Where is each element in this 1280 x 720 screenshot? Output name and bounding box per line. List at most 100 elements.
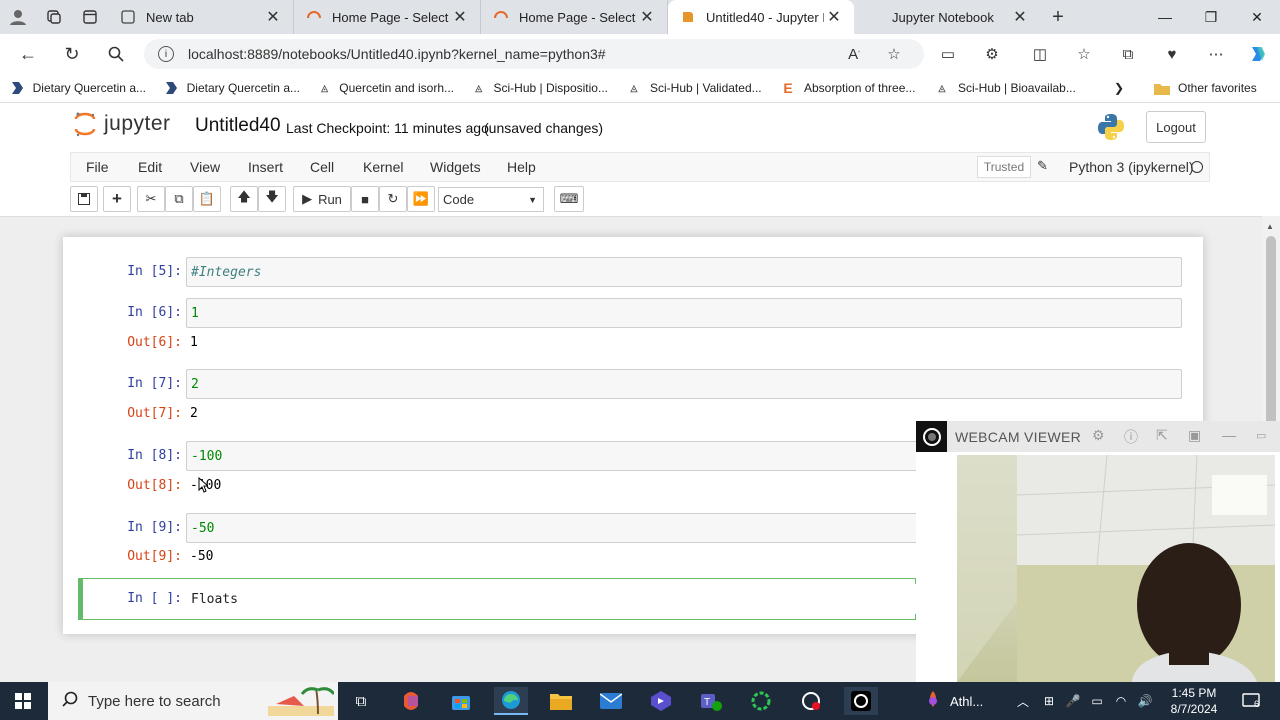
search-icon[interactable] <box>96 34 136 74</box>
move-up-button[interactable]: 🡅 <box>230 186 258 212</box>
workspaces-icon[interactable] <box>36 0 72 34</box>
volume-icon[interactable]: 🔊 <box>1134 687 1156 715</box>
code-input[interactable]: #Integers <box>186 257 1182 287</box>
popout-icon[interactable]: ⇱ <box>1156 427 1168 444</box>
minimize-icon[interactable]: — <box>1142 0 1188 34</box>
favorites-icon[interactable]: ☆ <box>1070 40 1098 68</box>
split-screen-icon[interactable]: ◫ <box>1026 40 1054 68</box>
info-icon[interactable]: i <box>158 46 174 62</box>
close-tab-icon[interactable]: ✕ <box>637 7 657 27</box>
menu-edit[interactable]: Edit <box>138 159 162 175</box>
close-tab-icon[interactable]: ✕ <box>263 7 283 27</box>
pencil-icon[interactable]: ✎ <box>1037 158 1048 174</box>
menu-file[interactable]: File <box>86 159 109 175</box>
minimize-icon[interactable]: — <box>1222 427 1236 443</box>
bookmark-item[interactable]: Dietary Quercetin a... <box>0 81 154 95</box>
menu-insert[interactable]: Insert <box>248 159 283 175</box>
menu-cell[interactable]: Cell <box>310 159 334 175</box>
wifi-icon[interactable]: ◠ <box>1110 687 1132 715</box>
bookmark-item[interactable]: ◬ Sci-Hub | Bioavailab... <box>924 81 1104 95</box>
info-icon[interactable]: ⓘ <box>1124 427 1138 447</box>
save-button[interactable] <box>70 186 98 212</box>
cut-button[interactable]: ✂ <box>137 186 165 212</box>
refresh-icon[interactable]: ↻ <box>52 34 92 74</box>
battery-icon[interactable]: ▭ <box>1086 687 1108 715</box>
taskbar-search-box[interactable]: Type here to search <box>48 682 338 720</box>
code-input[interactable]: 2 <box>186 369 1182 399</box>
bookmark-item[interactable]: ◬ Quercetin and isorh... <box>308 81 462 95</box>
file-explorer-icon[interactable] <box>544 687 578 715</box>
close-tab-icon[interactable]: ✕ <box>824 7 844 27</box>
bookmark-item[interactable]: Dietary Quercetin a... <box>154 81 308 95</box>
webcam-app-icon[interactable] <box>844 687 878 715</box>
run-all-button[interactable]: ⏩ <box>407 186 435 212</box>
other-favorites[interactable]: Other favorites <box>1144 81 1265 95</box>
cell-type-select[interactable]: Code ▼ <box>438 187 544 212</box>
recorder-icon[interactable] <box>794 687 828 715</box>
windows-start-icon[interactable] <box>6 687 40 715</box>
restore-icon[interactable]: ❐ <box>1188 0 1234 34</box>
read-aloud-icon[interactable]: Aʼ <box>840 40 868 68</box>
tab-untitled40[interactable]: Untitled40 - Jupyter N ✕ <box>668 0 854 34</box>
office-icon[interactable] <box>394 687 428 715</box>
restart-button[interactable]: ↻ <box>379 186 407 212</box>
chevron-right-icon[interactable]: ❯ <box>1104 81 1144 95</box>
mail-icon[interactable] <box>594 687 628 715</box>
snapshot-icon[interactable]: ▣ <box>1188 427 1201 444</box>
tab-new-tab[interactable]: New tab ✕ <box>108 0 294 34</box>
bookmark-item[interactable]: ◬ Sci-Hub | Dispositio... <box>462 81 616 95</box>
insert-cell-button[interactable]: + <box>103 186 131 212</box>
store-icon[interactable] <box>444 687 478 715</box>
settings-gear-icon[interactable]: ⚙ <box>1092 427 1105 444</box>
microphone-icon[interactable]: 🎤 <box>1062 687 1084 715</box>
taskbar-clock[interactable]: 1:45 PM 8/7/2024 <box>1166 685 1222 717</box>
collections-icon[interactable]: ⧉ <box>1114 40 1142 68</box>
bookmark-item[interactable]: ◬ Sci-Hub | Validated... <box>616 81 770 95</box>
maximize-icon[interactable]: ▭ <box>1256 429 1266 442</box>
extensions-icon[interactable]: ⚙ <box>978 40 1006 68</box>
close-window-icon[interactable]: ✕ <box>1234 0 1280 34</box>
command-palette-button[interactable]: ⌨ <box>554 186 584 212</box>
copilot-icon[interactable] <box>1244 40 1272 68</box>
favorite-star-icon[interactable]: ☆ <box>880 40 908 68</box>
teams-icon[interactable]: T <box>694 687 728 715</box>
task-view-icon[interactable]: ⧉ <box>344 687 378 715</box>
performance-icon[interactable]: ♥ <box>1158 40 1186 68</box>
webcam-viewer-window[interactable]: WEBCAM VIEWER ⚙ ⓘ ⇱ ▣ — ▭ <box>916 421 1280 682</box>
tab-jupyter-notebook[interactable]: Jupyter Notebook ✕ <box>854 0 1040 34</box>
move-down-button[interactable]: 🡇 <box>258 186 286 212</box>
reading-view-icon[interactable]: ▭ <box>934 40 962 68</box>
loading-app-icon[interactable] <box>744 687 778 715</box>
chevron-up-icon[interactable]: ︿ <box>1012 687 1034 715</box>
kernel-name[interactable]: Python 3 (ipykernel) <box>1069 159 1194 175</box>
weather-widget[interactable]: Athl... <box>924 687 1004 715</box>
code-input[interactable]: 1 <box>186 298 1182 328</box>
hardware-icon[interactable]: ⊞ <box>1038 687 1060 715</box>
more-menu-icon[interactable]: ⋯ <box>1202 40 1230 68</box>
webcam-title-bar[interactable]: WEBCAM VIEWER ⚙ ⓘ ⇱ ▣ — ▭ <box>916 421 1280 452</box>
edge-browser-icon[interactable] <box>494 687 528 715</box>
jupyter-logo[interactable]: jupyter <box>74 111 171 137</box>
bookmark-item[interactable]: E Absorption of three... <box>770 80 924 96</box>
run-button[interactable]: ▶ Run <box>293 186 351 212</box>
logout-button[interactable]: Logout <box>1146 111 1206 143</box>
menu-help[interactable]: Help <box>507 159 536 175</box>
scrollbar-thumb[interactable] <box>1266 236 1276 426</box>
profile-icon[interactable] <box>0 0 36 34</box>
notifications-icon[interactable]: 6 <box>1236 687 1266 715</box>
copy-button[interactable]: ⧉ <box>165 186 193 212</box>
close-tab-icon[interactable]: ✕ <box>450 7 470 27</box>
tab-actions-icon[interactable] <box>72 0 108 34</box>
url-field[interactable]: i localhost:8889/notebooks/Untitled40.ip… <box>144 39 924 69</box>
tab-home-page-2[interactable]: Home Page - Select or ✕ <box>481 0 668 34</box>
menu-view[interactable]: View <box>190 159 220 175</box>
menu-widgets[interactable]: Widgets <box>430 159 481 175</box>
paste-button[interactable]: 📋 <box>193 186 221 212</box>
back-icon[interactable]: ← <box>8 34 48 74</box>
new-tab-plus-icon[interactable]: + <box>1040 0 1076 34</box>
menu-kernel[interactable]: Kernel <box>363 159 403 175</box>
scroll-up-icon[interactable]: ▲ <box>1266 222 1274 231</box>
trusted-badge[interactable]: Trusted <box>977 156 1031 178</box>
tab-home-page-1[interactable]: Home Page - Select or ✕ <box>294 0 481 34</box>
dev-app-icon[interactable] <box>644 687 678 715</box>
